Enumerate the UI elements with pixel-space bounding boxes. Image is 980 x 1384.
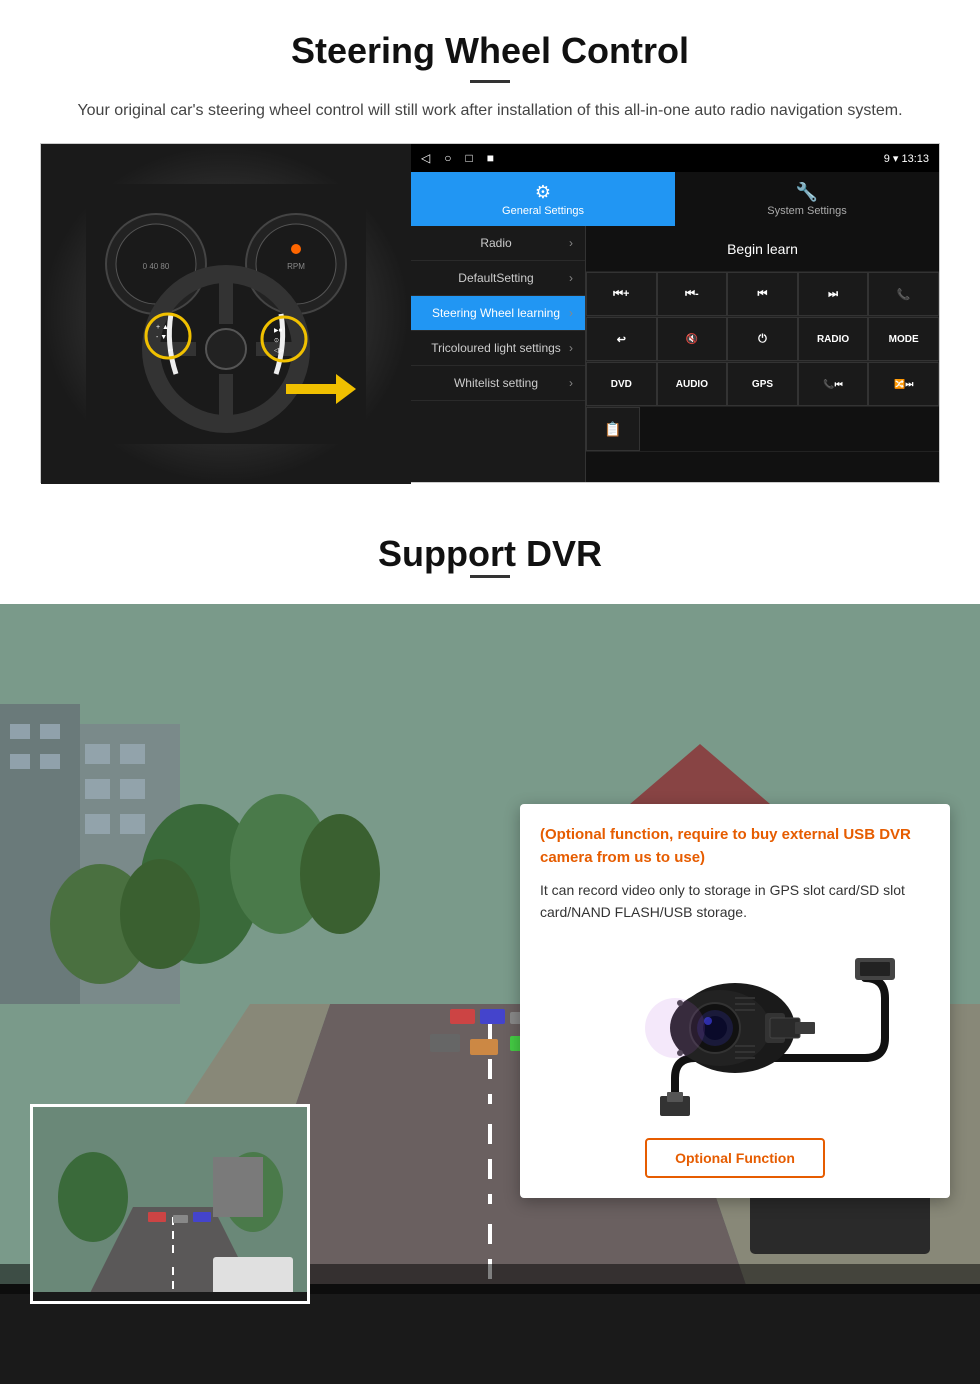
steering-section: Steering Wheel Control Your original car…	[0, 0, 980, 503]
dvr-section: Support DVR	[0, 503, 980, 1384]
tab-general-label: General Settings	[502, 205, 584, 217]
dvr-inset-thumbnail	[30, 1104, 310, 1304]
tab-system-settings[interactable]: 🔧 System Settings	[675, 172, 939, 226]
tab-system-label: System Settings	[767, 205, 846, 217]
svg-text:↩: ↩	[168, 348, 173, 354]
btn-extra[interactable]: 📋	[586, 407, 640, 451]
svg-text:▶■: ▶■	[274, 328, 283, 334]
dvr-divider	[470, 575, 510, 578]
android-body: Radio › DefaultSetting › Steering Wheel …	[411, 226, 939, 482]
btn-audio[interactable]: AUDIO	[657, 362, 728, 406]
begin-learn-button[interactable]: Begin learn	[586, 226, 939, 272]
settings-icon: ⚙	[535, 182, 551, 203]
svg-text:- ▼: - ▼	[156, 334, 167, 341]
chevron-steering: ›	[569, 306, 573, 320]
btn-hangup[interactable]: ↩	[586, 317, 657, 361]
dvr-description: It can record video only to storage in G…	[540, 879, 930, 924]
steering-description: Your original car's steering wheel contr…	[60, 99, 920, 123]
svg-text:RPM: RPM	[287, 262, 305, 271]
btn-radio[interactable]: RADIO	[798, 317, 869, 361]
btn-call[interactable]: 📞	[868, 272, 939, 316]
control-row-2: ↩ 🔇 ⏻ RADIO MODE	[586, 317, 939, 362]
chevron-whitelist: ›	[569, 376, 573, 390]
svg-text:⊙: ⊙	[274, 338, 279, 344]
btn-dvd[interactable]: DVD	[586, 362, 657, 406]
android-topbar: ◁ ○ □ ■ 9 ▾ 13:13	[411, 144, 939, 172]
dvr-background: FOR SALE	[0, 604, 980, 1384]
btn-vol-up[interactable]: ⏮+	[586, 272, 657, 316]
status-bar: 9 ▾ 13:13	[884, 152, 929, 165]
settings-menu: Radio › DefaultSetting › Steering Wheel …	[411, 226, 586, 482]
home-icon[interactable]: ○	[444, 151, 451, 165]
btn-tel-prev[interactable]: 📞⏮	[798, 362, 869, 406]
menu-item-tricoloured[interactable]: Tricoloured light settings ›	[411, 331, 585, 366]
menu-item-whitelist[interactable]: Whitelist setting ›	[411, 366, 585, 401]
optional-function-button[interactable]: Optional Function	[645, 1138, 825, 1178]
control-row-1: ⏮+ ⏮- ⏮ ⏭ 📞	[586, 272, 939, 317]
chevron-radio: ›	[569, 236, 573, 250]
btn-mode[interactable]: MODE	[868, 317, 939, 361]
btn-mute[interactable]: 🔇	[657, 317, 728, 361]
chevron-tricoloured: ›	[569, 341, 573, 355]
menu-item-defaultsetting[interactable]: DefaultSetting ›	[411, 261, 585, 296]
steering-wheel-image: 0 40 80 RPM	[41, 144, 411, 484]
btn-next-track[interactable]: ⏭	[798, 272, 869, 316]
btn-prev-track[interactable]: ⏮	[727, 272, 798, 316]
svg-text:0 40 80: 0 40 80	[143, 262, 170, 271]
nav-icons: ◁ ○ □ ■	[421, 151, 494, 165]
dvr-camera-illustration	[540, 938, 930, 1128]
menu-item-steering-wheel[interactable]: Steering Wheel learning ›	[411, 296, 585, 331]
dvr-optional-note: (Optional function, require to buy exter…	[540, 824, 930, 869]
controls-panel: Begin learn ⏮+ ⏮- ⏮ ⏭	[586, 226, 939, 482]
menu-item-radio[interactable]: Radio ›	[411, 226, 585, 261]
btn-gps[interactable]: GPS	[727, 362, 798, 406]
btn-vol-down[interactable]: ⏮-	[657, 272, 728, 316]
system-icon: 🔧	[796, 182, 818, 203]
back-icon[interactable]: ◁	[421, 151, 430, 165]
menu-icon[interactable]: ■	[487, 151, 494, 165]
control-row-4: 📋	[586, 407, 939, 452]
dvr-header: Support DVR	[0, 503, 980, 604]
android-ui-panel: ◁ ○ □ ■ 9 ▾ 13:13 ⚙ General Settings 🔧 S…	[411, 144, 939, 482]
recent-icon[interactable]: □	[465, 151, 472, 165]
control-row-3: DVD AUDIO GPS 📞⏮ 🔀⏭	[586, 362, 939, 407]
tab-general-settings[interactable]: ⚙ General Settings	[411, 172, 675, 226]
btn-shuffle-next[interactable]: 🔀⏭	[868, 362, 939, 406]
android-tabs: ⚙ General Settings 🔧 System Settings	[411, 172, 939, 226]
svg-text:◁▷: ◁▷	[274, 348, 284, 354]
steering-demo-area: 0 40 80 RPM	[40, 143, 940, 483]
dvr-title: Support DVR	[0, 533, 980, 575]
page-title: Steering Wheel Control	[40, 30, 940, 72]
svg-text:+ ▲: + ▲	[156, 324, 169, 331]
chevron-default: ›	[569, 271, 573, 285]
dvr-info-box: (Optional function, require to buy exter…	[520, 804, 950, 1198]
title-divider	[470, 80, 510, 83]
btn-power[interactable]: ⏻	[727, 317, 798, 361]
